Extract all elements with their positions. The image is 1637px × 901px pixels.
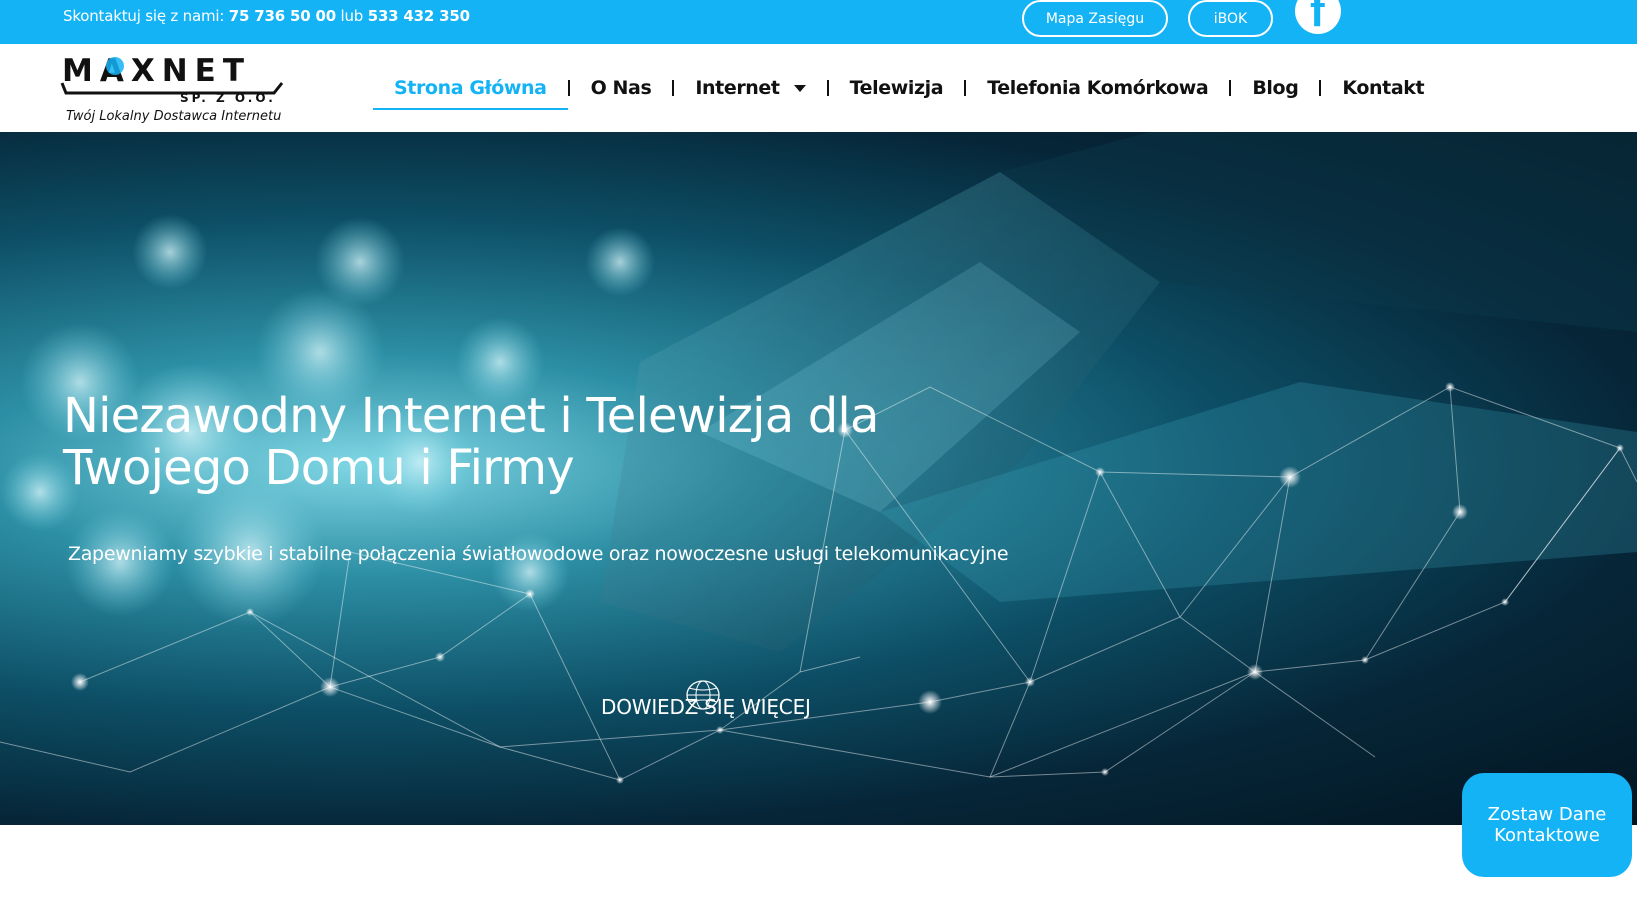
hero-title: Niezawodny Internet i Telewizja dla Twoj… [63,388,879,496]
facebook-icon[interactable]: f [1295,0,1341,34]
company-logo[interactable]: MAXNET SP. Z O.O. Twój Lokalny Dostawca … [60,47,300,127]
phone-number-2[interactable]: 533 432 350 [368,7,470,25]
contact-prefix: Skontaktuj się z nami: [63,7,229,25]
nav-item-mobile[interactable]: Telefonia Komórkowa [966,44,1229,132]
logo-tagline: Twój Lokalny Dostawca Internetu [66,109,281,124]
nav-item-tv[interactable]: Telewizja [829,44,965,132]
contact-or: lub [335,7,368,25]
logo-company-suffix: SP. Z O.O. [180,91,276,105]
main-nav: Strona Główna O Nas Internet Telewizja T… [373,44,1445,132]
nav-item-internet-label: Internet [695,77,780,99]
nav-item-blog[interactable]: Blog [1231,44,1319,132]
leave-contact-button[interactable]: Zostaw Dane Kontaktowe [1462,773,1632,877]
coverage-map-button[interactable]: Mapa Zasięgu [1022,0,1168,37]
contact-info: Skontaktuj się z nami: 75 736 50 00 lub … [63,7,470,25]
phone-number-1[interactable]: 75 736 50 00 [229,7,336,25]
nav-item-contact[interactable]: Kontakt [1321,44,1445,132]
nav-item-about[interactable]: O Nas [570,44,673,132]
ibok-button[interactable]: iBOK [1188,0,1273,37]
logo-brand: MAXNET [62,53,251,89]
hero-subtitle: Zapewniamy szybkie i stabilne połączenia… [68,543,1009,565]
chevron-down-icon[interactable] [793,84,806,92]
top-bar: Skontaktuj się z nami: 75 736 50 00 lub … [0,0,1637,44]
nav-item-home[interactable]: Strona Główna [373,44,568,132]
globe-icon [686,680,720,710]
site-header: MAXNET SP. Z O.O. Twój Lokalny Dostawca … [0,44,1637,132]
hero-banner: Niezawodny Internet i Telewizja dla Twoj… [0,132,1637,825]
nav-item-internet[interactable]: Internet [674,44,826,132]
